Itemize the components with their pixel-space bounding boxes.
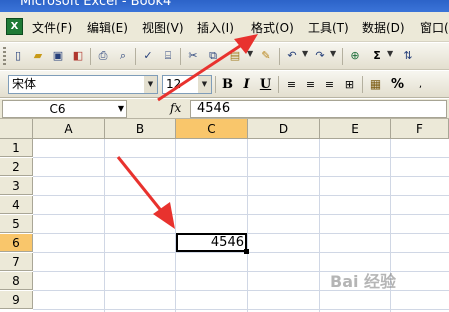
menu-edit[interactable]: 编辑(E) (87, 19, 128, 36)
research-icon[interactable]: ⌸ (160, 48, 176, 64)
gridline (175, 139, 176, 312)
chevron-down-icon[interactable]: ▼ (144, 76, 157, 93)
column-header-a[interactable]: A (33, 119, 105, 139)
menu-data[interactable]: 数据(D) (362, 19, 405, 36)
menu-view[interactable]: 视图(V) (142, 19, 184, 36)
hyperlink-icon[interactable]: ⊕ (347, 48, 363, 64)
toolbar-separator (135, 48, 136, 65)
formula-bar: C6 ▼ fx 4546 (0, 99, 449, 119)
excel-app-icon[interactable]: X (6, 18, 23, 35)
align-left-icon[interactable]: ≡ (283, 76, 300, 93)
gridline (33, 176, 449, 177)
comma-style-icon[interactable]: , (412, 76, 429, 93)
cut-icon[interactable]: ✂ (185, 48, 201, 64)
gridline (33, 157, 449, 158)
paste-icon[interactable]: ▤ (227, 48, 243, 64)
autosum-dropdown-icon[interactable]: ▼ (387, 49, 393, 58)
format-painter-icon[interactable]: ✎ (258, 48, 274, 64)
row-header-7[interactable]: 7 (0, 253, 33, 271)
toolbar-separator (215, 76, 216, 93)
open-icon[interactable]: ▰ (30, 48, 46, 64)
save-icon[interactable]: ▣ (50, 48, 66, 64)
gridline (104, 139, 105, 312)
print-preview-icon[interactable]: ⌕ (115, 48, 131, 64)
chevron-down-icon[interactable]: ▼ (118, 101, 124, 117)
formatting-toolbar: 宋体 ▼ 12 ▼ B I U ≡ ≡ ≡ ⊞ ▦ % , (0, 71, 449, 98)
merge-center-icon[interactable]: ⊞ (341, 76, 358, 93)
menu-tools[interactable]: 工具(T) (308, 19, 349, 36)
toolbar-separator (90, 48, 91, 65)
row-header-6[interactable]: 6 (0, 234, 33, 252)
undo-icon[interactable]: ↶ (284, 48, 300, 64)
permission-icon[interactable]: ◧ (70, 48, 86, 64)
copy-icon[interactable]: ⧉ (205, 48, 221, 64)
window-title: Microsoft Excel - Book4 (20, 0, 172, 9)
toolbar-grip[interactable] (3, 47, 6, 66)
percent-button[interactable]: % (389, 76, 406, 93)
column-header-e[interactable]: E (320, 119, 391, 139)
print-icon[interactable]: ⎙ (95, 48, 111, 64)
row-header-1[interactable]: 1 (0, 139, 33, 157)
name-box[interactable]: C6 ▼ (2, 100, 127, 118)
column-header-d[interactable]: D (248, 119, 320, 139)
row-header-4[interactable]: 4 (0, 196, 33, 214)
name-box-value: C6 (49, 102, 66, 116)
gridline (247, 139, 248, 312)
spelling-icon[interactable]: ✓ (140, 48, 156, 64)
watermark-logo: Bai 经验 (330, 272, 397, 291)
gridline (33, 195, 449, 196)
paste-dropdown-icon[interactable]: ▼ (247, 49, 253, 58)
redo-dropdown-icon[interactable]: ▼ (330, 49, 336, 58)
font-size-select[interactable]: 12 ▼ (162, 75, 212, 94)
row-header-9[interactable]: 9 (0, 291, 33, 309)
row-header-2[interactable]: 2 (0, 158, 33, 176)
menu-insert[interactable]: 插入(I) (197, 19, 234, 36)
menu-bar: X 文件(F) 编辑(E) 视图(V) 插入(I) 格式(O) 工具(T) 数据… (0, 12, 449, 42)
row-header-8[interactable]: 8 (0, 272, 33, 290)
gridline (33, 309, 449, 310)
font-size-value: 12 (166, 77, 182, 91)
sort-ascending-icon[interactable]: ⇅ (400, 48, 416, 64)
toolbar-separator (342, 48, 343, 65)
toolbar-separator (279, 48, 280, 65)
menu-file[interactable]: 文件(F) (32, 19, 72, 36)
formula-input[interactable]: 4546 (190, 100, 447, 118)
toolbar-separator (278, 76, 279, 93)
font-name-select[interactable]: 宋体 ▼ (8, 75, 158, 94)
column-header-c[interactable]: C (176, 119, 248, 139)
toolbar-separator (180, 48, 181, 65)
underline-button[interactable]: U (257, 76, 274, 93)
new-icon[interactable]: ▯ (10, 48, 26, 64)
redo-icon[interactable]: ↷ (312, 48, 328, 64)
toolbar-separator (362, 76, 363, 93)
row-header-5[interactable]: 5 (0, 215, 33, 233)
autosum-icon[interactable]: Σ (369, 48, 385, 64)
menu-window[interactable]: 窗口( (420, 19, 449, 36)
title-bar: Microsoft Excel - Book4 (0, 0, 449, 12)
row-header-3[interactable]: 3 (0, 177, 33, 195)
currency-icon[interactable]: ▦ (367, 76, 384, 93)
menu-format[interactable]: 格式(O) (251, 19, 294, 36)
gridline (33, 252, 449, 253)
bold-button[interactable]: B (219, 76, 236, 93)
font-name-value: 宋体 (12, 77, 37, 91)
align-center-icon[interactable]: ≡ (302, 76, 319, 93)
italic-button[interactable]: I (238, 76, 255, 93)
standard-toolbar: ▯ ▰ ▣ ◧ ⎙ ⌕ ✓ ⌸ ✂ ⧉ ▤ ▼ ✎ ↶ ▼ ↷ ▼ ⊕ Σ ▼ … (0, 43, 449, 70)
chevron-down-icon[interactable]: ▼ (198, 76, 211, 93)
column-header-b[interactable]: B (105, 119, 176, 139)
undo-dropdown-icon[interactable]: ▼ (302, 49, 308, 58)
fill-handle[interactable] (244, 249, 249, 254)
align-right-icon[interactable]: ≡ (321, 76, 338, 93)
column-header-f[interactable]: F (391, 119, 449, 139)
gridline (319, 139, 320, 312)
gridline (33, 214, 449, 215)
insert-function-icon[interactable]: fx (170, 101, 181, 115)
active-cell-c6[interactable]: 4546 (176, 233, 247, 252)
select-all-corner[interactable] (0, 119, 33, 139)
